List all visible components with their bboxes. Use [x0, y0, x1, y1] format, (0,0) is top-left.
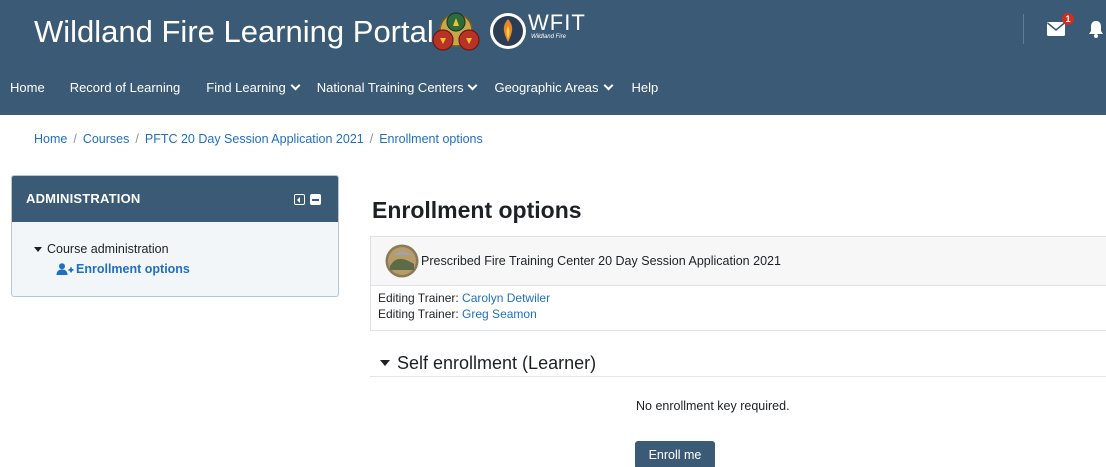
breadcrumb-separator: /: [135, 132, 139, 146]
fire-agency-logo: [432, 12, 480, 51]
wfit-globe-logo: [490, 13, 526, 49]
breadcrumb: Home / Courses / PFTC 20 Day Session App…: [34, 132, 483, 146]
mail-icon[interactable]: [1047, 22, 1065, 36]
administration-header: ADMINISTRATION: [12, 176, 338, 222]
trainer-link[interactable]: Carolyn Detwiler: [462, 291, 550, 305]
course-header: Prescribed Fire Training Center 20 Day S…: [371, 237, 1106, 286]
enrollment-options-link[interactable]: Enrollment options: [56, 262, 190, 276]
nav-geographic-areas-label: Geographic Areas: [494, 79, 599, 95]
chevron-down-icon: [290, 80, 301, 90]
nav-help-label: Help: [631, 79, 659, 95]
enroll-me-button[interactable]: Enroll me: [635, 441, 715, 467]
administration-title: ADMINISTRATION: [26, 191, 141, 206]
dock-block-icon[interactable]: [294, 194, 305, 205]
breadcrumb-separator: /: [73, 132, 77, 146]
breadcrumb-enrollment-options[interactable]: Enrollment options: [379, 132, 483, 146]
course-administration-label: Course administration: [47, 242, 169, 256]
site-header: Wildland Fire Learning Portal WFIT Wildl…: [0, 0, 1106, 115]
chevron-down-icon: [468, 80, 478, 90]
nav-help[interactable]: Help: [632, 80, 659, 95]
trainer-link[interactable]: Greg Seamon: [462, 307, 537, 321]
course-info-box: Prescribed Fire Training Center 20 Day S…: [370, 236, 1106, 331]
breadcrumb-course[interactable]: PFTC 20 Day Session Application 2021: [145, 132, 364, 146]
nav-record-of-learning-label: Record of Learning: [69, 79, 181, 95]
nav-national-training-centers-label: National Training Centers: [316, 79, 464, 95]
collapse-block-icon[interactable]: [310, 194, 321, 205]
chevron-down-icon: [603, 80, 613, 90]
user-plus-icon: [56, 263, 74, 275]
breadcrumb-home[interactable]: Home: [34, 132, 67, 146]
trainer-role: Editing Trainer:: [378, 307, 463, 321]
nav-home-label: Home: [10, 79, 45, 95]
breadcrumb-courses[interactable]: Courses: [83, 132, 130, 146]
site-title[interactable]: Wildland Fire Learning Portal: [34, 14, 434, 50]
main-nav: Home Record of Learning Find Learning Na…: [0, 74, 658, 100]
course-administration-node[interactable]: Course administration: [34, 242, 169, 256]
nav-home[interactable]: Home: [10, 80, 45, 95]
course-image: [385, 244, 419, 278]
trainer-row: Editing Trainer: Greg Seamon: [378, 306, 1106, 322]
wfit-logo-title: WFIT: [528, 10, 586, 35]
trainer-row: Editing Trainer: Carolyn Detwiler: [378, 290, 1106, 306]
wfit-logo-text: WFIT Wildland Fire: [528, 12, 586, 41]
trainer-role: Editing Trainer:: [378, 291, 463, 305]
caret-down-icon: [380, 360, 390, 366]
wfit-logo-subtitle: Wildland Fire: [531, 34, 566, 40]
course-name[interactable]: Prescribed Fire Training Center 20 Day S…: [421, 254, 781, 268]
nav-geographic-areas[interactable]: Geographic Areas: [494, 79, 613, 95]
self-enrollment-title: Self enrollment (Learner): [397, 352, 597, 373]
caret-down-icon: [34, 246, 42, 252]
breadcrumb-separator: /: [369, 132, 374, 146]
self-enrollment-header[interactable]: Self enrollment (Learner): [370, 350, 1106, 377]
nav-find-learning-label: Find Learning: [206, 79, 286, 95]
no-enrollment-key-text: No enrollment key required.: [636, 399, 790, 413]
bell-icon[interactable]: [1088, 20, 1104, 38]
course-contacts: Editing Trainer: Carolyn Detwiler Editin…: [371, 286, 1106, 322]
nav-find-learning[interactable]: Find Learning: [206, 79, 301, 95]
administration-block: ADMINISTRATION Course administration Enr…: [11, 175, 339, 297]
nav-national-training-centers[interactable]: National Training Centers: [316, 79, 478, 95]
header-divider: [1023, 14, 1024, 44]
enrollment-options-link-label: Enrollment options: [76, 262, 190, 276]
nav-record-of-learning[interactable]: Record of Learning: [70, 80, 181, 95]
mail-badge-count: 1: [1062, 13, 1074, 25]
page-title: Enrollment options: [372, 197, 582, 223]
